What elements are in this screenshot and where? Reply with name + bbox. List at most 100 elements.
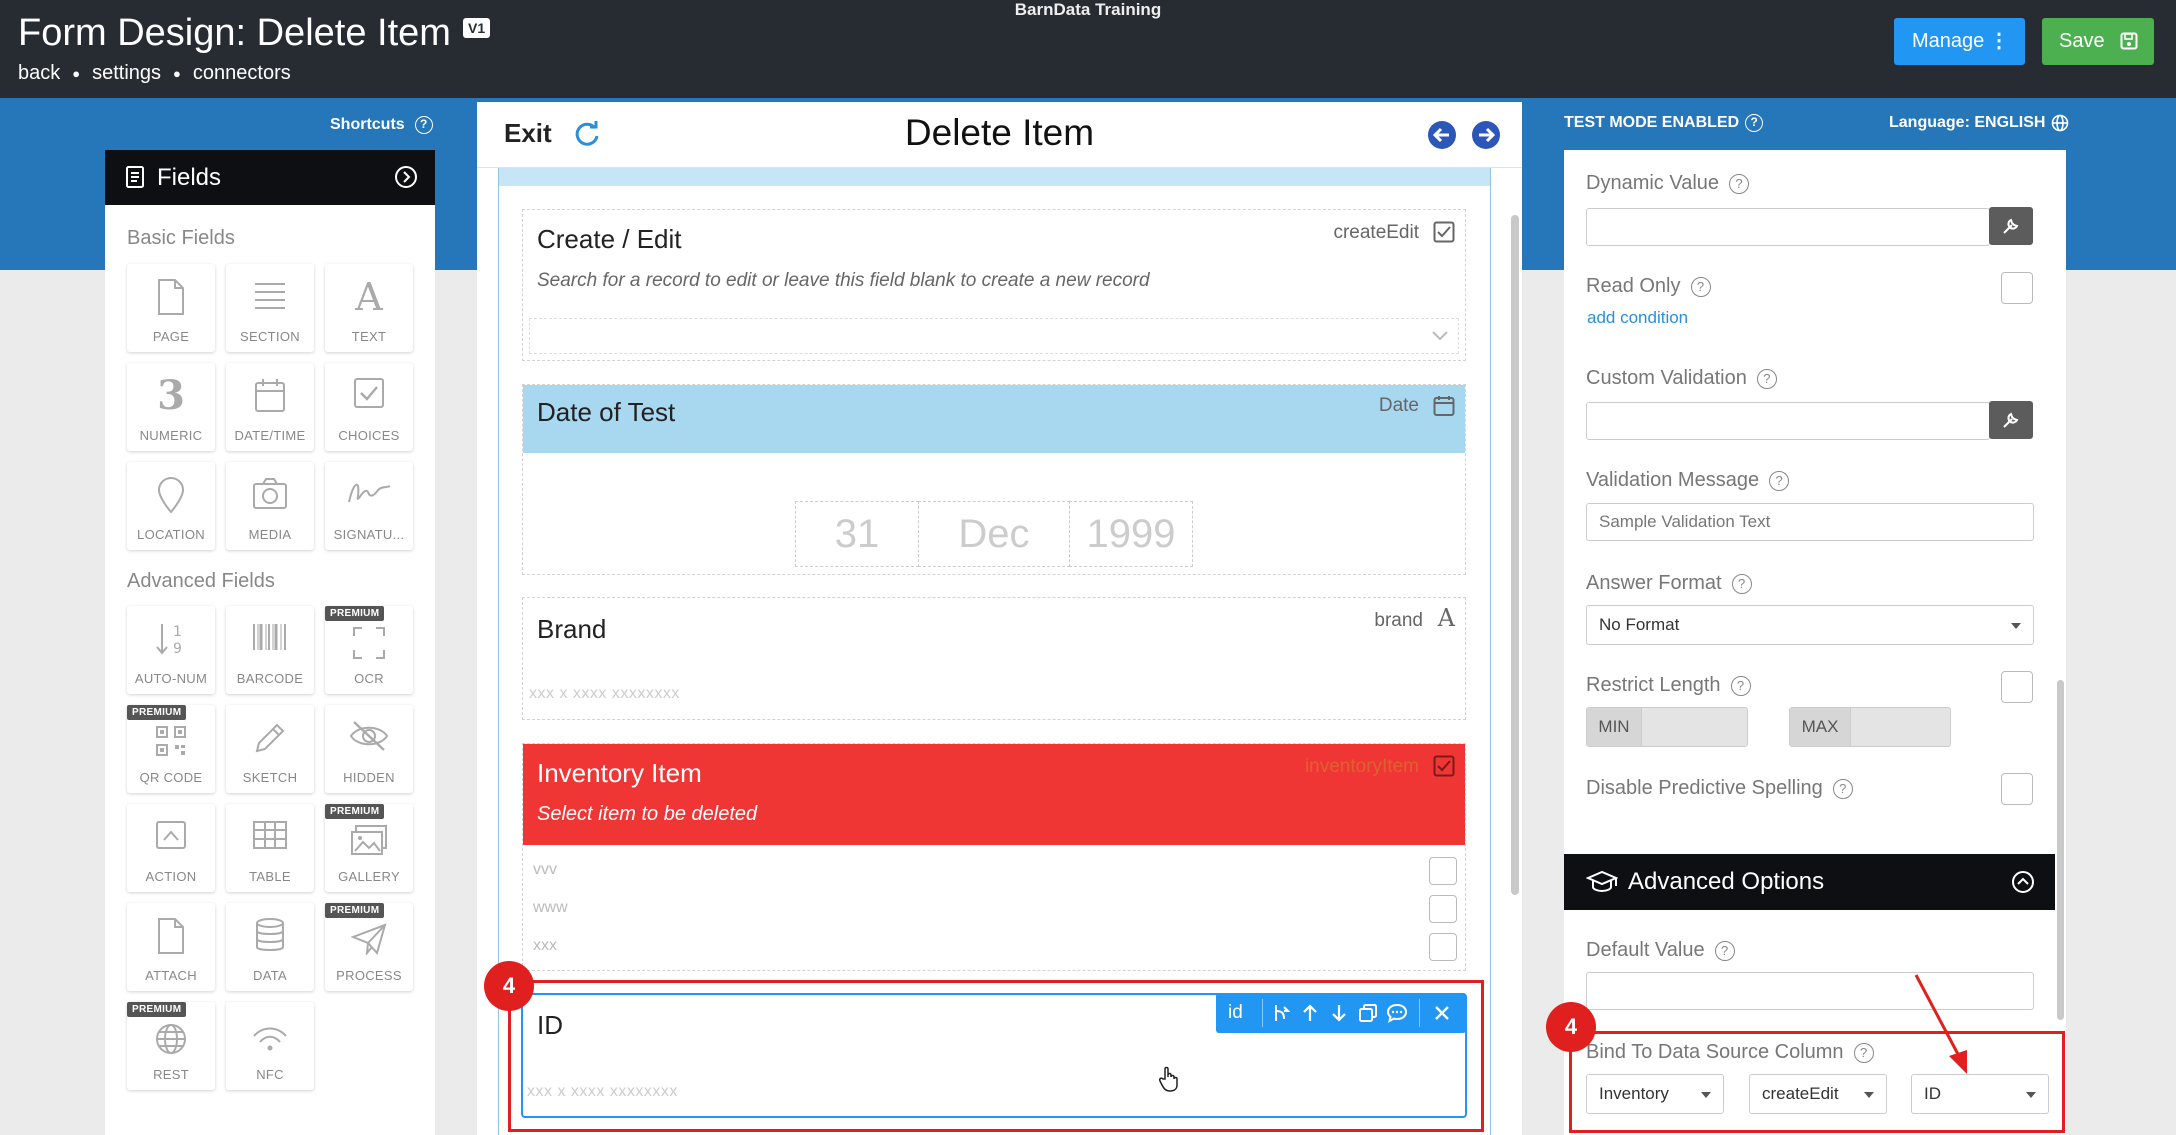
field-tile-label: REST xyxy=(153,1067,189,1082)
min-length-input[interactable]: MIN xyxy=(1586,707,1748,747)
field-tile-rest[interactable]: PREMIUM REST xyxy=(127,1002,215,1090)
premium-badge: PREMIUM xyxy=(325,804,385,819)
restrict-length-checkbox[interactable] xyxy=(2001,671,2033,703)
field-tile-auto-num[interactable]: 19 AUTO-NUM xyxy=(127,606,215,694)
help-icon[interactable]: ? xyxy=(1730,675,1751,696)
signature-icon xyxy=(348,483,391,503)
action-icon xyxy=(156,821,186,849)
map-pin-icon xyxy=(157,477,185,514)
date-month[interactable]: Dec xyxy=(918,501,1070,567)
record-search-select[interactable] xyxy=(529,318,1459,354)
field-tile-nfc[interactable]: NFC xyxy=(226,1002,314,1090)
brand-field[interactable]: Brand brand A xxx x xxxx xxxxxxxx xyxy=(522,597,1466,720)
field-tile-table[interactable]: TABLE xyxy=(226,804,314,892)
field-tile-signature[interactable]: SIGNATU... xyxy=(325,462,413,550)
help-icon[interactable]: ? xyxy=(1714,940,1735,961)
create-edit-field[interactable]: Create / Edit createEdit Search for a re… xyxy=(522,209,1466,361)
field-tile-sketch[interactable]: SKETCH xyxy=(226,705,314,793)
date-of-test-field[interactable]: Date of Test Date 31 Dec 1999 xyxy=(522,384,1466,575)
option-checkbox[interactable] xyxy=(1429,895,1457,923)
answer-format-label: Answer Format? xyxy=(1586,572,1752,595)
label-text: Disable Predictive Spelling xyxy=(1586,777,1823,799)
field-tile-location[interactable]: LOCATION xyxy=(127,462,215,550)
premium-badge: PREMIUM xyxy=(127,1002,187,1017)
language-selector[interactable]: Language: ENGLISH xyxy=(1889,114,2069,132)
field-tile-choices[interactable]: CHOICES xyxy=(325,363,413,451)
manage-button[interactable]: Manage ⋮ xyxy=(1894,18,2025,65)
option-label: xxx xyxy=(533,937,557,954)
option-checkbox[interactable] xyxy=(1429,857,1457,885)
field-tile-section[interactable]: SECTION xyxy=(226,264,314,352)
help-icon[interactable]: ? xyxy=(1769,470,1790,491)
advanced-options-header[interactable]: Advanced Options xyxy=(1564,854,2055,910)
field-tile-action[interactable]: ACTION xyxy=(127,804,215,892)
highlight-box xyxy=(508,980,1484,1132)
custom-validation-button[interactable] xyxy=(1989,401,2033,439)
field-tile-label: DATA xyxy=(253,968,287,983)
numeric-icon: 3 xyxy=(157,372,185,419)
field-tile-text[interactable]: A TEXT xyxy=(325,264,413,352)
field-tile-page[interactable]: PAGE xyxy=(127,264,215,352)
field-tile-process[interactable]: PREMIUM PROCESS xyxy=(325,903,413,991)
option-checkbox[interactable] xyxy=(1429,933,1457,961)
custom-validation-input[interactable] xyxy=(1586,402,1990,440)
field-tile-gallery[interactable]: PREMIUM GALLERY xyxy=(325,804,413,892)
field-tile-media[interactable]: MEDIA xyxy=(226,462,314,550)
help-icon[interactable]: ? xyxy=(1690,276,1711,297)
field-tile-qr-code[interactable]: PREMIUM QR CODE xyxy=(127,705,215,793)
chevron-up-circle-icon[interactable] xyxy=(2011,870,2035,894)
help-icon[interactable]: ? xyxy=(1756,368,1777,389)
scrollbar-thumb[interactable] xyxy=(1511,215,1519,895)
globe-icon xyxy=(156,1024,186,1054)
field-tile-numeric[interactable]: 3 NUMERIC xyxy=(127,363,215,451)
help-icon[interactable]: ? xyxy=(1832,778,1853,799)
test-mode-indicator[interactable]: TEST MODE ENABLED ? xyxy=(1564,114,1764,132)
dynamic-value-button[interactable] xyxy=(1989,207,2033,245)
shortcuts-link[interactable]: Shortcuts ? xyxy=(330,116,433,134)
field-tile-datetime[interactable]: DATE/TIME xyxy=(226,363,314,451)
arrow-right-circle-icon[interactable] xyxy=(1471,120,1501,150)
section-strip xyxy=(499,168,1490,186)
arrow-left-circle-icon[interactable] xyxy=(1427,120,1457,150)
chevron-right-circle-icon[interactable] xyxy=(394,165,418,189)
label-text: Dynamic Value xyxy=(1586,172,1720,194)
form-preview-title: Delete Item xyxy=(904,112,1095,153)
test-mode-label: TEST MODE ENABLED xyxy=(1564,114,1740,131)
field-tile-data[interactable]: DATA xyxy=(226,903,314,991)
validation-message-input[interactable]: Sample Validation Text xyxy=(1586,503,2034,541)
paper-plane-icon xyxy=(351,923,387,955)
save-button[interactable]: Save xyxy=(2042,18,2154,65)
field-tag: inventoryItem xyxy=(1304,756,1419,777)
field-label: Inventory Item xyxy=(537,758,702,788)
form-icon xyxy=(126,166,144,188)
help-icon[interactable]: ? xyxy=(1729,173,1750,194)
dynamic-value-input[interactable] xyxy=(1586,208,1990,246)
field-tile-ocr[interactable]: PREMIUM OCR xyxy=(325,606,413,694)
min-label: MIN xyxy=(1587,708,1642,746)
answer-format-select[interactable]: No Format xyxy=(1586,605,2034,645)
max-length-input[interactable]: MAX xyxy=(1789,707,1951,747)
date-day[interactable]: 31 xyxy=(795,501,919,567)
nav-connectors-link[interactable]: connectors xyxy=(193,62,291,85)
disable-spelling-checkbox[interactable] xyxy=(2001,773,2033,805)
nav-separator: ● xyxy=(72,66,81,81)
nav-settings-link[interactable]: settings xyxy=(92,62,161,85)
field-tag: Date xyxy=(1378,395,1419,416)
field-tile-hidden[interactable]: HIDDEN xyxy=(325,705,413,793)
shortcuts-label: Shortcuts xyxy=(330,116,405,133)
field-tile-attach[interactable]: ATTACH xyxy=(127,903,215,991)
nav-back-link[interactable]: back xyxy=(18,62,60,85)
scrollbar-thumb[interactable] xyxy=(2057,680,2064,1020)
inventory-item-field[interactable]: Inventory Item inventoryItem Select item… xyxy=(522,743,1466,971)
field-tile-label: BARCODE xyxy=(236,671,304,686)
field-tile-label: DATE/TIME xyxy=(234,428,306,443)
pencil-icon xyxy=(255,723,285,753)
read-only-checkbox[interactable] xyxy=(2001,272,2033,304)
help-icon[interactable]: ? xyxy=(1731,573,1752,594)
field-tile-barcode[interactable]: BARCODE xyxy=(226,606,314,694)
field-tile-label: MEDIA xyxy=(248,527,292,542)
option-label: vvv xyxy=(533,861,557,878)
date-year[interactable]: 1999 xyxy=(1069,501,1193,567)
barcode-icon xyxy=(253,624,286,650)
add-condition-link[interactable]: add condition xyxy=(1587,308,1688,328)
